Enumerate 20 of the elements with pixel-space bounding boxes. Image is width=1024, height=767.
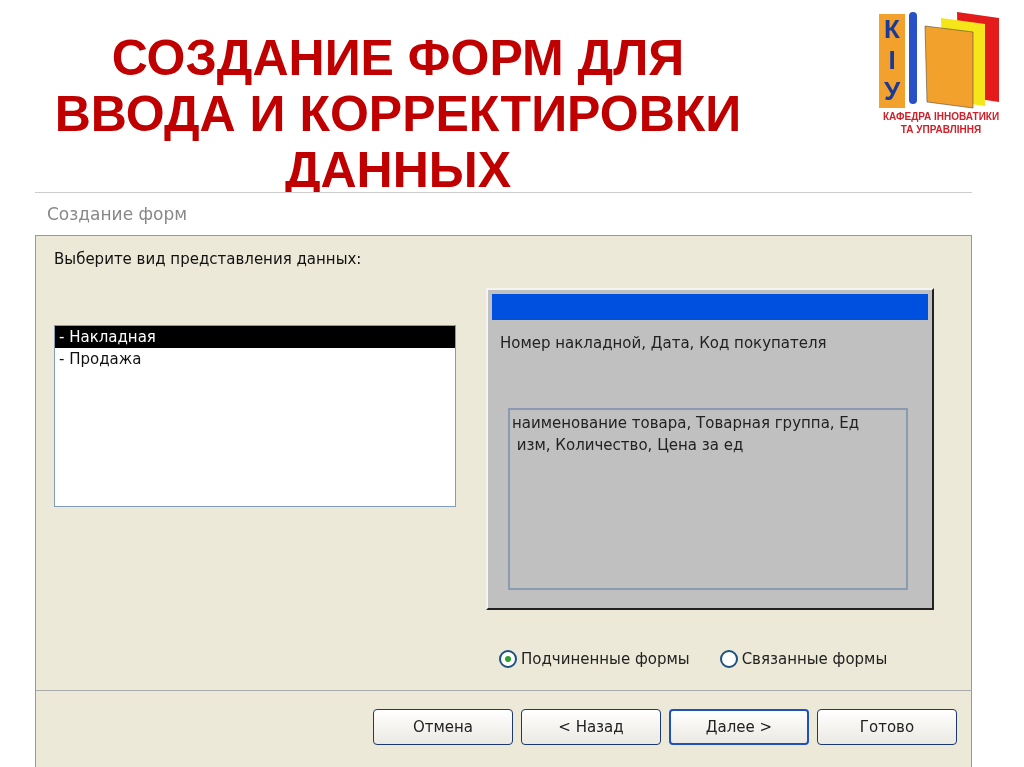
slide-title: СОЗДАНИЕ ФОРМ ДЛЯ [111, 30, 685, 86]
logo-caption: ТА УПРАВЛІННЯ [900, 123, 982, 136]
radio-option[interactable]: Подчиненные формы [499, 650, 690, 668]
dialog-title: Создание форм [47, 204, 188, 224]
prompt-label: Выберите вид представления данных: [54, 250, 363, 268]
dialog-button[interactable]: < Назад [521, 709, 661, 745]
dialog-button[interactable]: Готово [817, 709, 957, 745]
radio-icon[interactable] [499, 650, 517, 668]
list-item[interactable]: - Продажа [55, 348, 455, 370]
logo-letters: К І У [879, 14, 905, 108]
slide-title: ДАННЫХ [284, 142, 512, 198]
radio-icon[interactable] [719, 650, 738, 668]
main-fields-text: Номер накладной, Дата, Код покупателя [500, 334, 828, 352]
radio-option[interactable]: Связанные формы [719, 650, 888, 668]
list-item[interactable]: - Накладная [55, 326, 455, 348]
slide-title: ВВОДА И КОРРЕКТИРОВКИ [54, 86, 742, 142]
logo-caption: КАФЕДРА ІННОВАТИКИ [882, 110, 1000, 123]
dialog-button[interactable]: Далее > [669, 709, 809, 745]
subform-preview: наименование товара, Товарная группа, Ед изм, Количество, Цена за ед [508, 408, 908, 590]
dialog-button[interactable]: Отмена [373, 709, 513, 745]
